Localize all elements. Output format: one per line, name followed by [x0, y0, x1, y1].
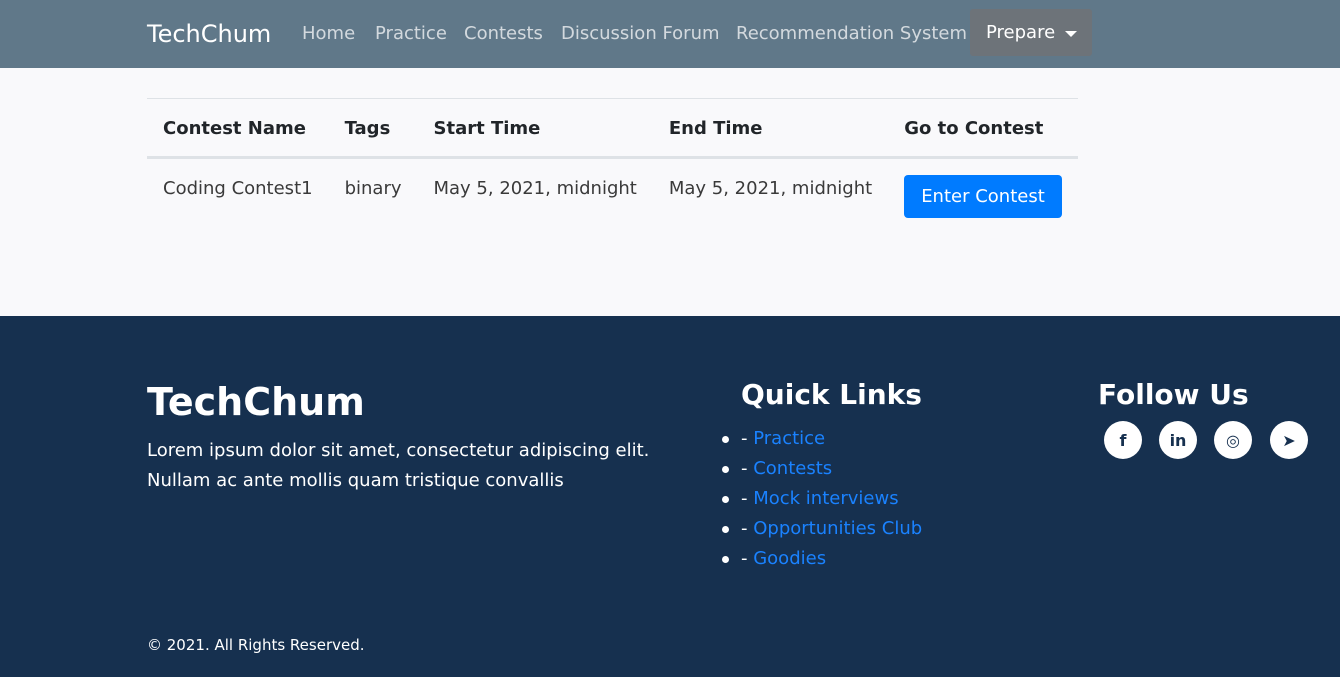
enter-contest-button[interactable]: Enter Contest	[904, 175, 1062, 218]
header-contest-name: Contest Name	[147, 98, 329, 159]
link-prefix: -	[741, 518, 754, 539]
header-start-time: Start Time	[417, 98, 653, 159]
telegram-icon[interactable]: ➤	[1270, 421, 1308, 459]
prepare-dropdown-label: Prepare	[986, 22, 1056, 43]
footer-brand: TechChum	[147, 380, 365, 424]
quick-links-title: Quick Links	[741, 378, 922, 411]
contest-table-container: Contest Name Tags Start Time End Time Go…	[147, 98, 1078, 238]
bullet-icon	[722, 556, 729, 563]
linkedin-icon[interactable]: in	[1159, 421, 1197, 459]
link-prefix: -	[741, 488, 754, 509]
contest-name-cell: Coding Contest1	[163, 178, 313, 199]
copyright-text: © 2021. All Rights Reserved.	[147, 636, 365, 654]
nav-link-contests[interactable]: Contests	[464, 23, 543, 44]
link-prefix: -	[741, 458, 754, 479]
contest-tags-cell: binary	[344, 178, 402, 199]
bullet-icon	[722, 526, 729, 533]
table-header-row: Contest Name Tags Start Time End Time Go…	[147, 98, 1078, 159]
footer: TechChum Lorem ipsum dolor sit amet, con…	[0, 316, 1340, 677]
list-item: - Practice	[722, 424, 922, 454]
contest-table: Contest Name Tags Start Time End Time Go…	[147, 98, 1078, 238]
quick-link-opportunities-club[interactable]: Opportunities Club	[753, 518, 922, 539]
navbar: TechChum Home Practice Contests Discussi…	[0, 0, 1340, 68]
caret-down-icon	[1065, 31, 1077, 37]
contest-action-cell: Enter Contest	[888, 158, 1078, 238]
prepare-dropdown[interactable]: Prepare	[970, 9, 1092, 56]
link-prefix: -	[741, 548, 754, 569]
nav-link-discussion-forum[interactable]: Discussion Forum	[561, 23, 720, 44]
bullet-icon	[722, 466, 729, 473]
quick-link-goodies[interactable]: Goodies	[753, 548, 826, 569]
facebook-icon[interactable]: f	[1104, 421, 1142, 459]
header-go-to-contest: Go to Contest	[888, 98, 1078, 159]
contest-end-cell: May 5, 2021, midnight	[668, 178, 873, 199]
quick-link-practice[interactable]: Practice	[753, 428, 825, 449]
quick-link-contests[interactable]: Contests	[753, 458, 832, 479]
nav-link-home[interactable]: Home	[302, 23, 355, 44]
quick-link-mock-interviews[interactable]: Mock interviews	[753, 488, 898, 509]
list-item: - Mock interviews	[722, 484, 922, 514]
brand-logo[interactable]: TechChum	[147, 20, 271, 48]
bullet-icon	[722, 436, 729, 443]
footer-description: Lorem ipsum dolor sit amet, consectetur …	[147, 440, 650, 491]
header-end-time: End Time	[652, 98, 889, 159]
nav-link-practice[interactable]: Practice	[375, 23, 447, 44]
contest-start-cell: May 5, 2021, midnight	[433, 178, 637, 199]
list-item: - Goodies	[722, 544, 922, 574]
table-row: Coding Contest1 binary May 5, 2021, midn…	[147, 158, 1078, 238]
link-prefix: -	[741, 428, 754, 449]
list-item: - Opportunities Club	[722, 514, 922, 544]
list-item: - Contests	[722, 454, 922, 484]
quick-links-list: - Practice - Contests - Mock interviews …	[722, 424, 922, 574]
nav-link-recommendation-system[interactable]: Recommendation System	[736, 23, 967, 44]
header-tags: Tags	[328, 98, 418, 159]
instagram-icon[interactable]: ◎	[1214, 421, 1252, 459]
bullet-icon	[722, 496, 729, 503]
follow-us-title: Follow Us	[1098, 378, 1249, 411]
